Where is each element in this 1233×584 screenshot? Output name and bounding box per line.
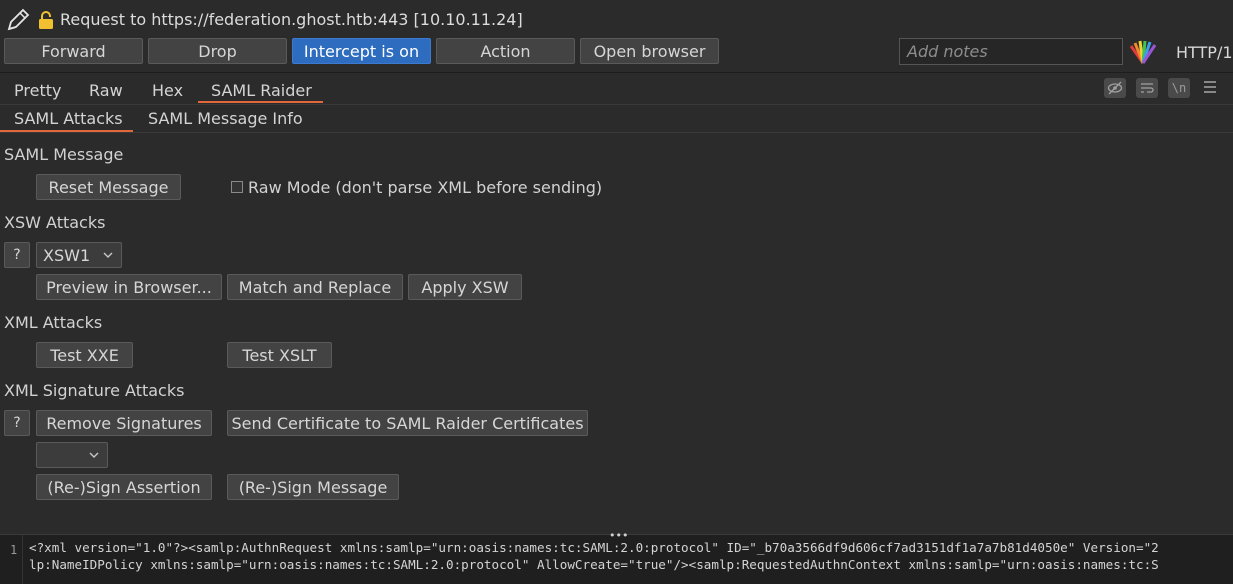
send-certificate-button[interactable]: Send Certificate to SAML Raider Certific… [227, 410, 588, 436]
lock-icon [39, 11, 53, 29]
intercept-toggle-button[interactable]: Intercept is on [292, 38, 431, 64]
color-highlight-icon[interactable] [1129, 40, 1157, 64]
preview-in-browser-button[interactable]: Preview in Browser... [36, 274, 222, 300]
remove-signatures-button[interactable]: Remove Signatures [36, 410, 212, 436]
reset-message-button[interactable]: Reset Message [36, 174, 181, 200]
code-line[interactable]: lp:NameIDPolicy xmlns:samlp="urn:oasis:n… [29, 557, 1159, 572]
xsw-select-value: XSW1 [43, 245, 91, 265]
xml-signature-attacks-heading: XML Signature Attacks [4, 381, 185, 400]
divider [0, 132, 1233, 133]
tab-saml-attacks[interactable]: SAML Attacks [14, 109, 123, 128]
certificate-select[interactable] [36, 442, 108, 468]
resign-assertion-button[interactable]: (Re-)Sign Assertion [36, 474, 212, 500]
tab-pretty[interactable]: Pretty [14, 81, 61, 100]
line-number: 1 [10, 543, 18, 557]
active-tab-indicator [198, 101, 323, 103]
title-bar: Request to https://federation.ghost.htb:… [0, 0, 1233, 40]
forward-button[interactable]: Forward [4, 38, 143, 64]
menu-icon[interactable] [1203, 80, 1217, 94]
hide-nonprintable-icon[interactable] [1104, 78, 1126, 98]
apply-xsw-button[interactable]: Apply XSW [408, 274, 522, 300]
xsw-help-button[interactable]: ? [4, 242, 30, 268]
tab-raw[interactable]: Raw [89, 81, 123, 100]
tab-hex[interactable]: Hex [152, 81, 183, 100]
divider [0, 72, 1233, 73]
notes-input[interactable]: Add notes [899, 38, 1123, 65]
drop-button[interactable]: Drop [148, 38, 287, 64]
code-line[interactable]: <?xml version="1.0"?><samlp:AuthnRequest… [29, 540, 1159, 555]
test-xslt-button[interactable]: Test XSLT [227, 342, 332, 368]
xsw-attacks-heading: XSW Attacks [4, 213, 106, 232]
chevron-down-icon [103, 252, 113, 258]
action-button[interactable]: Action [436, 38, 575, 64]
newline-icon[interactable]: \n [1168, 78, 1190, 98]
request-title: Request to https://federation.ghost.htb:… [60, 10, 523, 29]
open-browser-button[interactable]: Open browser [580, 38, 719, 64]
chevron-down-icon [89, 452, 99, 458]
resign-message-button[interactable]: (Re-)Sign Message [227, 474, 399, 500]
tab-saml-raider[interactable]: SAML Raider [211, 81, 312, 100]
raw-mode-label: Raw Mode (don't parse XML before sending… [248, 178, 603, 197]
divider [0, 104, 1233, 105]
xml-attacks-heading: XML Attacks [4, 313, 103, 332]
wrap-lines-icon[interactable] [1136, 78, 1158, 98]
saml-message-heading: SAML Message [4, 145, 124, 164]
gutter-divider [22, 535, 23, 584]
tab-saml-message-info[interactable]: SAML Message Info [148, 109, 303, 128]
signature-help-button[interactable]: ? [4, 410, 30, 436]
test-xxe-button[interactable]: Test XXE [36, 342, 133, 368]
xsw-select[interactable]: XSW1 [36, 242, 122, 268]
match-and-replace-button[interactable]: Match and Replace [227, 274, 403, 300]
http-version-label: HTTP/1 [1176, 43, 1233, 62]
raw-mode-checkbox[interactable] [231, 181, 243, 193]
pencil-icon[interactable] [5, 7, 31, 33]
resize-grip-icon[interactable]: ••• [609, 529, 628, 542]
